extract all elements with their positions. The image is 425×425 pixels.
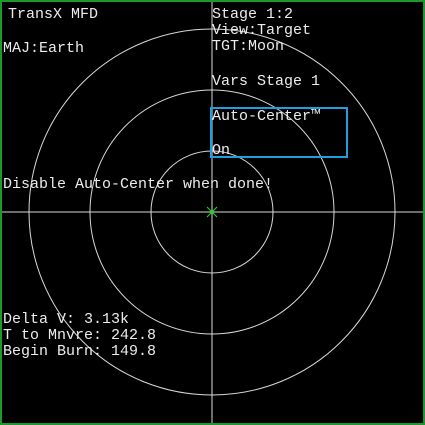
time-to-maneuver-readout: T to Mnvre: 242.8 [3, 327, 157, 344]
view-mode[interactable]: View:Target [212, 22, 311, 39]
target-body: TGT:Moon [212, 38, 285, 55]
variables-heading: Vars Stage 1 [212, 73, 321, 90]
selected-variable-value[interactable]: On [212, 142, 230, 159]
transx-mfd-display: TransX MFD Stage 1:2 View:Target TGT:Moo… [0, 0, 425, 425]
begin-burn-readout: Begin Burn: 149.8 [3, 343, 157, 360]
mfd-title: TransX MFD [8, 6, 99, 23]
stage-indicator: Stage 1:2 [212, 6, 294, 23]
major-body: MAJ:Earth [3, 40, 85, 57]
selected-variable-label[interactable]: Auto-Center™ [212, 108, 320, 125]
delta-v-readout: Delta V: 3.13k [3, 311, 130, 328]
status-message: Disable Auto-Center when done! [3, 176, 274, 193]
